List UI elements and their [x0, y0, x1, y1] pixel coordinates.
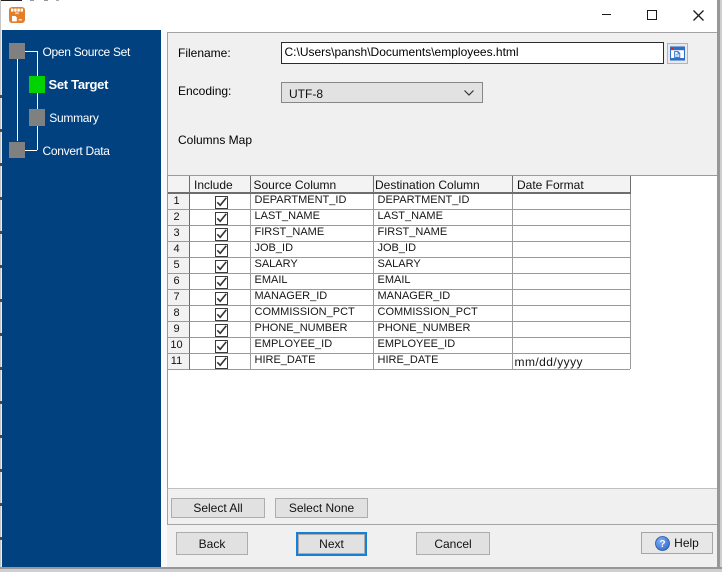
svg-text:?: ? [660, 539, 666, 550]
